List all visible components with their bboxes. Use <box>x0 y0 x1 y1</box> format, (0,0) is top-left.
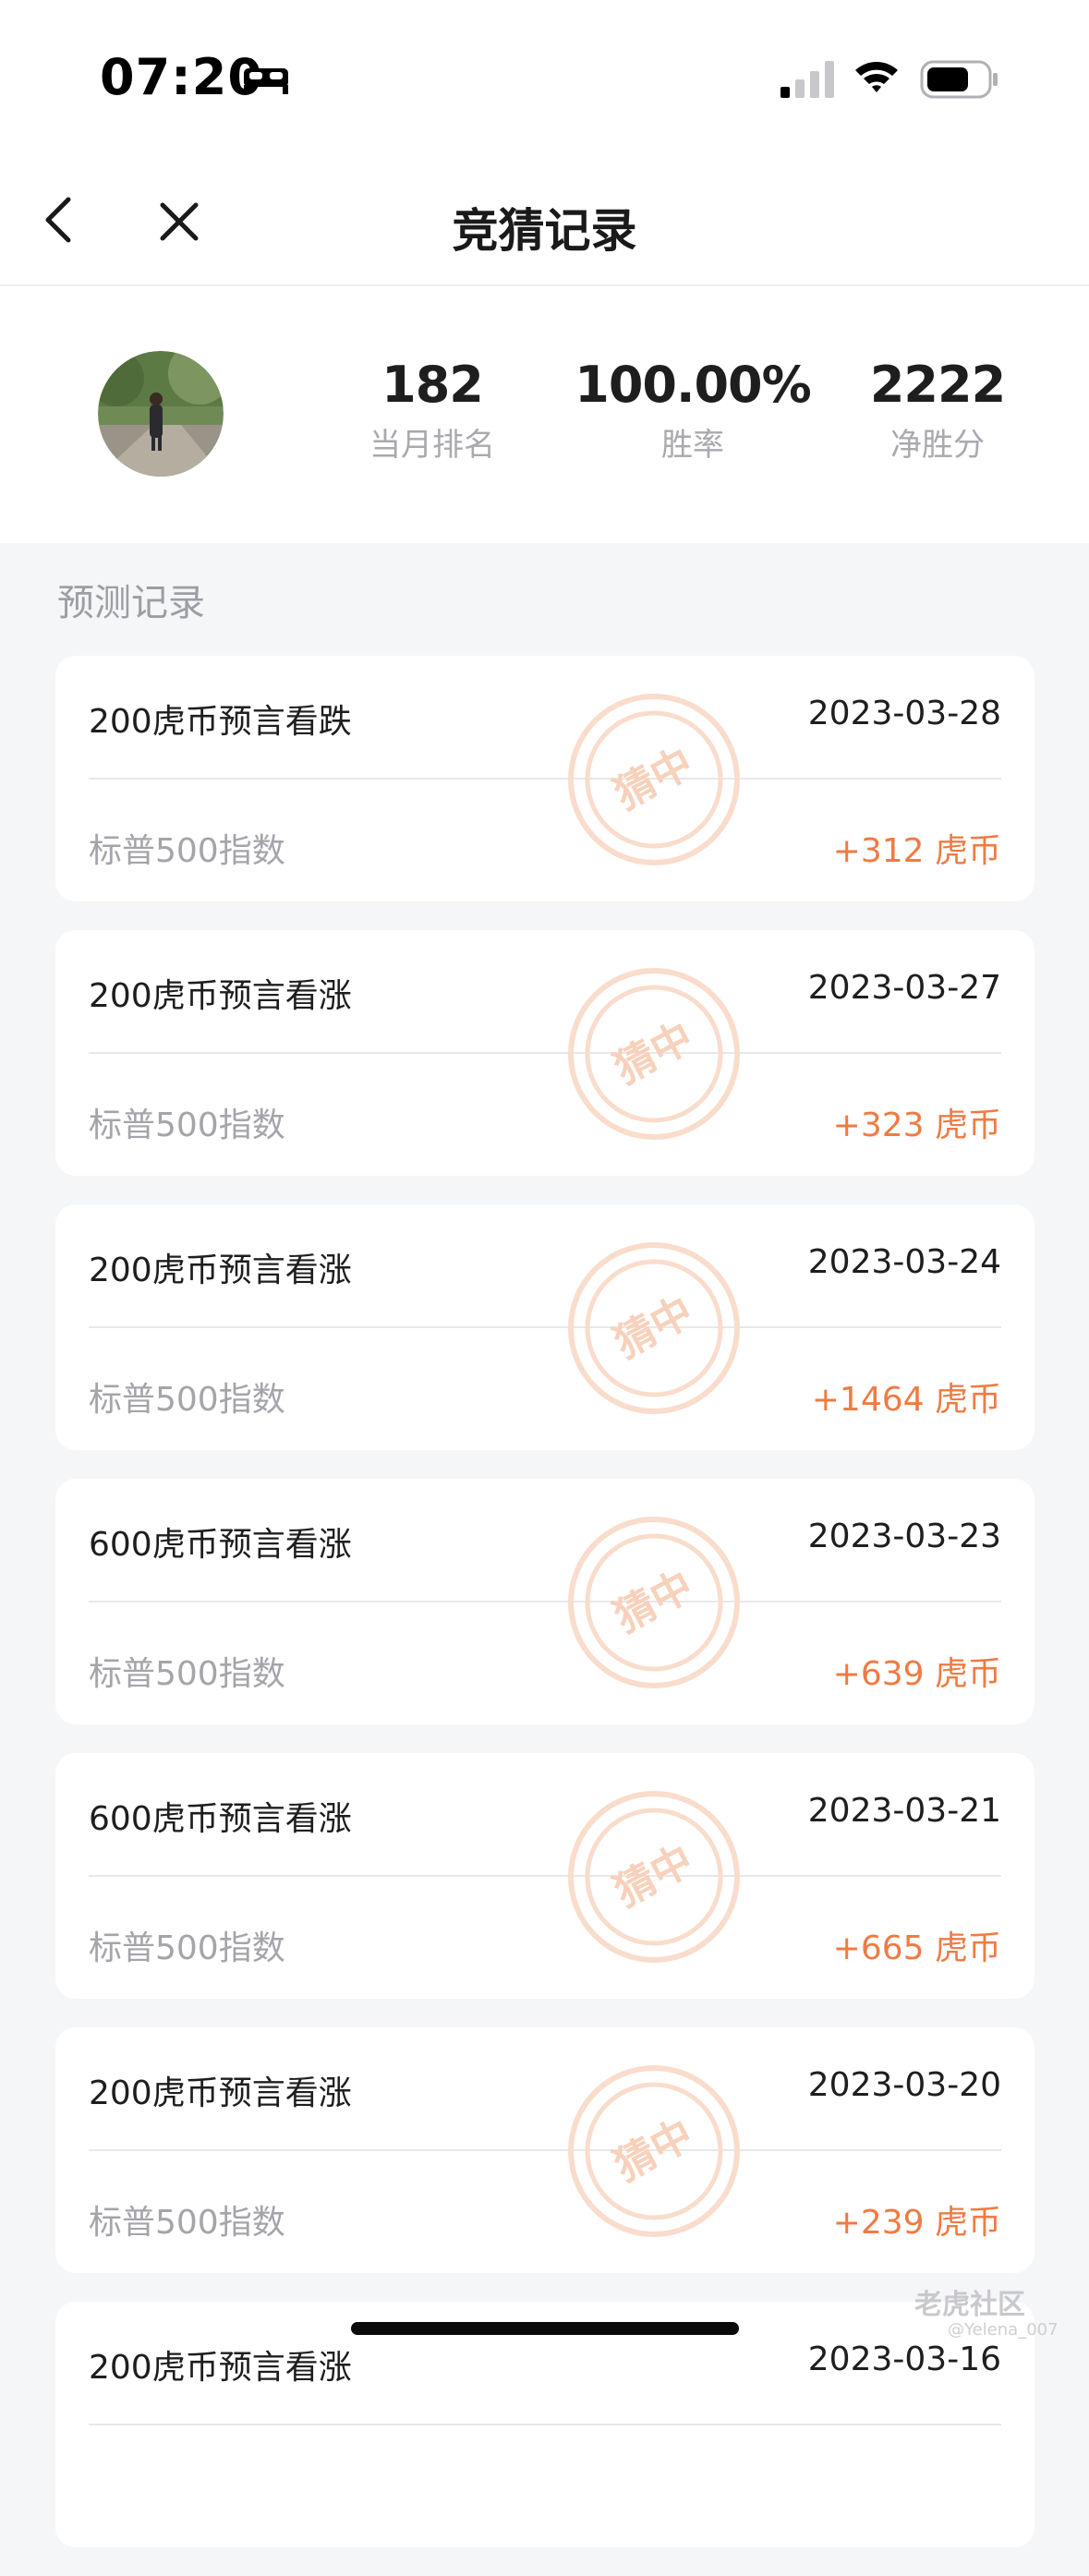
page-title: 竞猜记录 <box>452 204 637 258</box>
record-card[interactable]: 600虎币预言看涨 2023-03-21 标普500指数 +665 虎币 猜中 <box>55 1753 1035 1999</box>
record-date: 2023-03-16 <box>807 2340 1001 2378</box>
record-title: 200虎币预言看涨 <box>89 2074 352 2112</box>
win-stamp: 猜中 <box>565 1514 743 1691</box>
stat-label: 胜率 <box>661 427 724 464</box>
record-date: 2023-03-24 <box>807 1243 1001 1281</box>
record-card[interactable]: 200虎币预言看涨 2023-03-20 标普500指数 +239 虎币 猜中 <box>55 2027 1035 2273</box>
record-date: 2023-03-20 <box>807 2066 1001 2104</box>
divider <box>89 1875 1001 1877</box>
record-title: 200虎币预言看涨 <box>89 977 352 1015</box>
stat-net-score: 2222 净胜分 <box>836 357 1039 465</box>
stat-value: 182 <box>381 356 484 414</box>
record-date: 2023-03-28 <box>807 695 1001 732</box>
stamp-text: 猜中 <box>606 1288 701 1368</box>
win-stamp: 猜中 <box>565 691 743 868</box>
record-title: 200虎币预言看涨 <box>89 2349 352 2387</box>
nav-bar: 竞猜记录 <box>0 157 1089 286</box>
records-list: 200虎币预言看跌 2023-03-28 标普500指数 +312 虎币 猜中 … <box>55 656 1035 2576</box>
battery-icon <box>920 60 998 99</box>
record-title: 200虎币预言看涨 <box>89 1252 352 1289</box>
record-card[interactable]: 200虎币预言看跌 2023-03-28 标普500指数 +312 虎币 猜中 <box>55 656 1035 901</box>
stat-value: 100.00% <box>575 356 812 414</box>
record-card[interactable]: 200虎币预言看涨 2023-03-27 标普500指数 +323 虎币 猜中 <box>55 930 1035 1176</box>
avatar[interactable] <box>98 351 224 477</box>
record-title: 600虎币预言看涨 <box>89 1526 352 1564</box>
stamp-text: 猜中 <box>606 739 701 819</box>
record-index: 标普500指数 <box>89 1655 285 1693</box>
stamp-text: 猜中 <box>606 1562 701 1642</box>
watermark-user: @Yelena_007 <box>948 2320 1059 2340</box>
wifi-icon <box>855 62 898 92</box>
stamp-text: 猜中 <box>606 2110 701 2191</box>
record-reward: +312 虎币 <box>832 832 1001 870</box>
divider <box>89 2149 1001 2151</box>
stat-monthly-rank: 182 当月排名 <box>331 357 534 465</box>
profile-stats: 182 当月排名 100.00% 胜率 2222 净胜分 <box>0 286 1089 543</box>
record-index: 标普500指数 <box>89 832 285 870</box>
watermark-logo: 老虎社区 <box>914 2289 1025 2321</box>
stat-win-rate: 100.00% 胜率 <box>573 357 813 465</box>
stamp-text: 猜中 <box>606 1836 701 1917</box>
record-reward: +323 虎币 <box>832 1107 1001 1144</box>
divider <box>89 1601 1001 1602</box>
win-stamp: 猜中 <box>565 1240 743 1417</box>
record-reward: +239 虎币 <box>832 2204 1001 2242</box>
record-index: 标普500指数 <box>89 1929 285 1967</box>
record-card[interactable]: 200虎币预言看涨 2023-03-16 <box>55 2302 1035 2547</box>
win-stamp: 猜中 <box>565 1788 743 1965</box>
stamp-text: 猜中 <box>606 1013 701 1094</box>
record-index: 标普500指数 <box>89 1107 285 1144</box>
record-card[interactable]: 600虎币预言看涨 2023-03-23 标普500指数 +639 虎币 猜中 <box>55 1479 1035 1724</box>
stat-value: 2222 <box>869 356 1006 414</box>
record-card[interactable]: 200虎币预言看涨 2023-03-24 标普500指数 +1464 虎币 猜中 <box>55 1204 1035 1450</box>
section-heading: 预测记录 <box>57 582 205 624</box>
record-date: 2023-03-21 <box>807 1792 1001 1830</box>
divider <box>89 1052 1001 1054</box>
stat-label: 当月排名 <box>369 427 495 464</box>
record-reward: +639 虎币 <box>832 1655 1001 1693</box>
record-title: 200虎币预言看跌 <box>89 703 352 741</box>
record-date: 2023-03-27 <box>807 969 1001 1007</box>
win-stamp: 猜中 <box>565 2062 743 2240</box>
record-title: 600虎币预言看涨 <box>89 1800 352 1838</box>
record-reward: +665 虎币 <box>832 1929 1001 1967</box>
divider <box>89 1326 1001 1328</box>
record-index: 标普500指数 <box>89 2204 285 2242</box>
stat-label: 净胜分 <box>890 427 985 464</box>
home-indicator[interactable] <box>351 2322 739 2335</box>
cellular-signal-icon <box>780 61 834 98</box>
status-bar: 07:20 <box>0 0 1089 157</box>
record-index: 标普500指数 <box>89 1381 285 1419</box>
record-reward: +1464 虎币 <box>811 1381 1001 1419</box>
divider <box>89 2424 1001 2425</box>
status-time: 07:20 <box>100 48 263 106</box>
record-date: 2023-03-23 <box>807 1518 1001 1555</box>
divider <box>89 778 1001 780</box>
sleep-focus-icon <box>244 68 288 94</box>
win-stamp: 猜中 <box>565 965 743 1143</box>
